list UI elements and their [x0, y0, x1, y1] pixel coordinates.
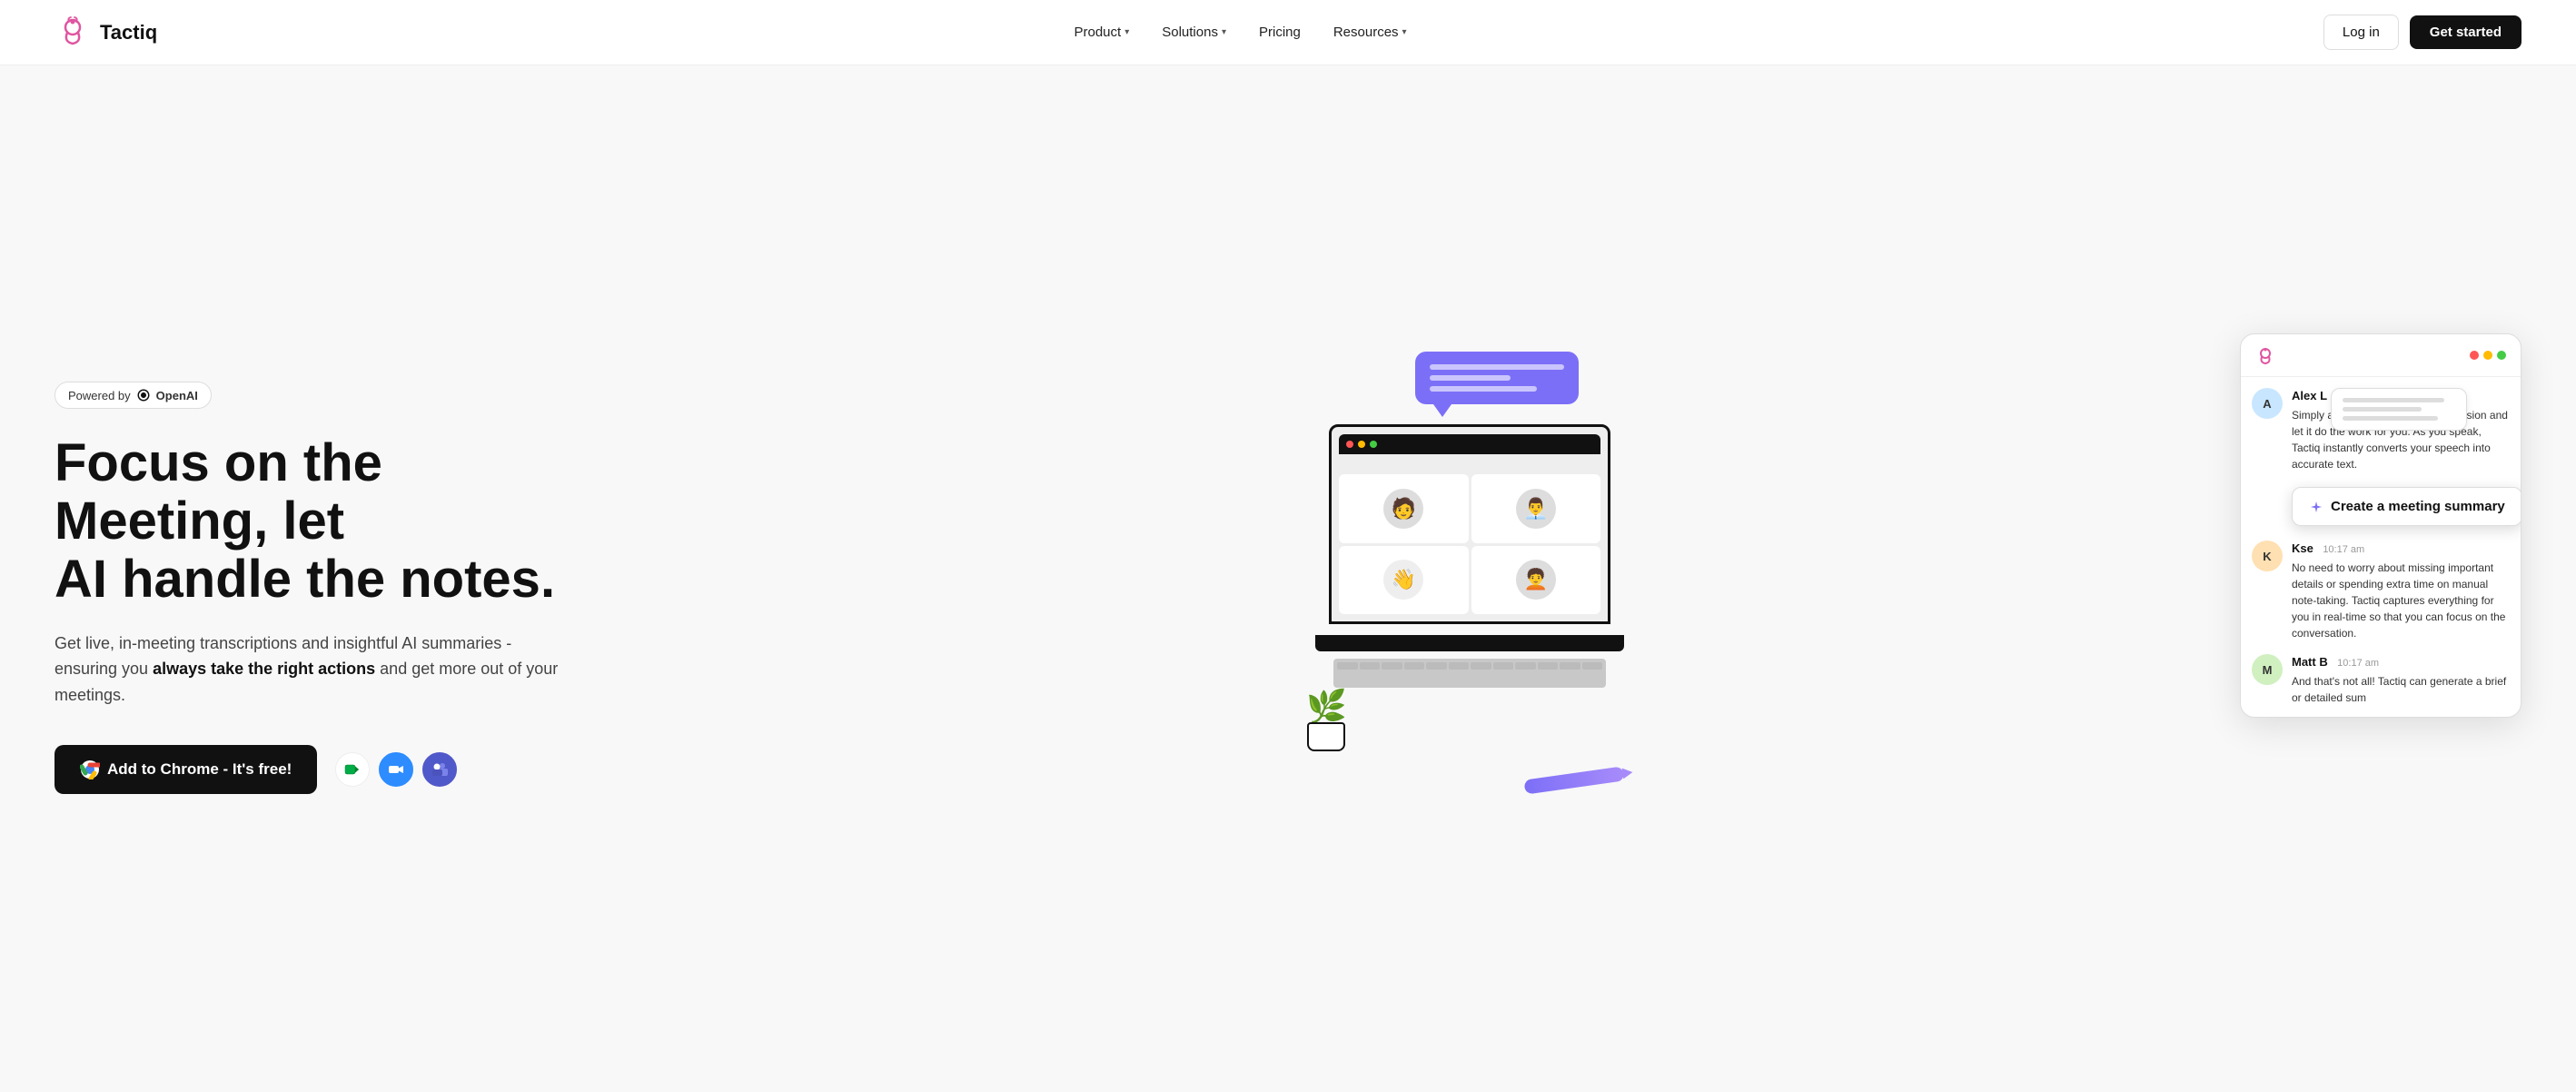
laptop-screen: 🧑 👨‍💼 👋 🧑‍🦱 [1329, 424, 1610, 624]
gmeet-icon [335, 752, 370, 787]
summary-button-container: Create a meeting summary 👆 [2252, 485, 2510, 528]
logo-icon [54, 15, 91, 51]
zoom-icon [379, 752, 413, 787]
nav-product[interactable]: Product ▾ [1062, 17, 1143, 47]
hero-illustration: 🧑 👨‍💼 👋 🧑‍🦱 [1288, 333, 2522, 842]
teams-icon [422, 752, 457, 787]
getstarted-button[interactable]: Get started [2410, 15, 2522, 49]
hero-cta: Add to Chrome - It's free! [54, 745, 563, 794]
avatar-alex: A [2252, 388, 2283, 419]
nav-actions: Log in Get started [2323, 15, 2522, 50]
meeting-tile-1: 🧑 [1339, 474, 1469, 542]
chevron-down-icon: ▾ [1222, 27, 1226, 37]
dot-green [2497, 351, 2506, 360]
sparkle-icon [2309, 500, 2323, 514]
integrations-list [335, 752, 457, 787]
navbar: Tactiq Product ▾ Solutions ▾ Pricing Res… [0, 0, 2576, 65]
create-summary-button[interactable]: Create a meeting summary [2292, 487, 2521, 526]
laptop-illustration: 🧑 👨‍💼 👋 🧑‍🦱 [1315, 424, 1624, 697]
laptop-base [1315, 635, 1624, 651]
nav-solutions[interactable]: Solutions ▾ [1149, 17, 1239, 47]
chevron-down-icon: ▾ [1402, 27, 1407, 37]
hero-title: Focus on the Meeting, let AI handle the … [54, 434, 563, 608]
hero-section: Powered by OpenAI Focus on the Meeting, … [0, 65, 2576, 1092]
powered-badge: Powered by OpenAI [54, 382, 212, 409]
meeting-tile-3: 👋 [1339, 546, 1469, 614]
chat-message-2: K Kse 10:17 am No need to worry about mi… [2252, 541, 2510, 641]
chat-panel-logo [2255, 345, 2275, 365]
hero-subtitle: Get live, in-meeting transcriptions and … [54, 630, 563, 709]
dot-yellow [2483, 351, 2492, 360]
chevron-down-icon: ▾ [1125, 27, 1129, 37]
chrome-icon [80, 759, 100, 779]
hero-content: Powered by OpenAI Focus on the Meeting, … [54, 382, 563, 794]
nav-resources[interactable]: Resources ▾ [1321, 17, 1420, 47]
openai-icon [136, 388, 151, 402]
chat-panel-dots [2470, 351, 2506, 360]
add-to-chrome-button[interactable]: Add to Chrome - It's free! [54, 745, 317, 794]
brand-name: Tactiq [100, 21, 157, 45]
speech-bubble-right [2331, 388, 2467, 431]
avatar-kse: K [2252, 541, 2283, 571]
laptop-keyboard [1333, 659, 1606, 688]
nav-pricing[interactable]: Pricing [1246, 17, 1313, 47]
meeting-tile-4: 🧑‍🦱 [1471, 546, 1601, 614]
login-button[interactable]: Log in [2323, 15, 2399, 50]
chat-message-3: M Matt B 10:17 am And that's not all! Ta… [2252, 654, 2510, 706]
chat-panel-header [2241, 334, 2521, 377]
speech-bubble-blue [1415, 352, 1579, 404]
brand-logo[interactable]: Tactiq [54, 15, 157, 51]
plant-decoration: 🌿 [1306, 688, 1347, 751]
tactiq-small-icon [2255, 345, 2275, 365]
avatar-matt: M [2252, 654, 2283, 685]
nav-links: Product ▾ Solutions ▾ Pricing Resources … [1062, 17, 1420, 47]
pen-decoration [1523, 766, 1624, 794]
dot-red [2470, 351, 2479, 360]
meeting-tile-2: 👨‍💼 [1471, 474, 1601, 542]
